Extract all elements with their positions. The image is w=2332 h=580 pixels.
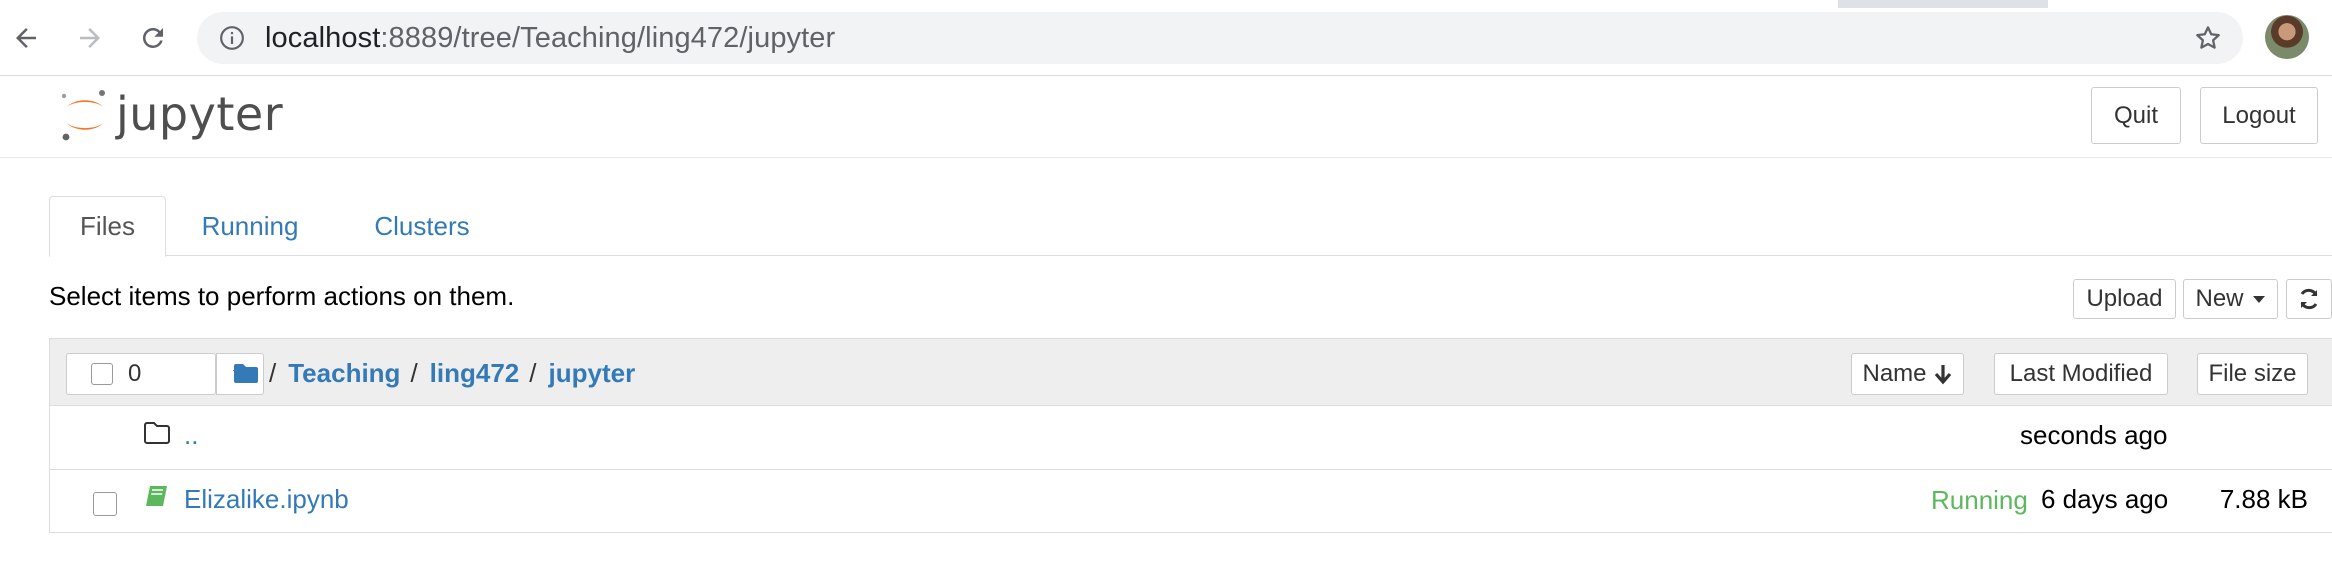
new-label: New — [2195, 285, 2244, 312]
jupyter-logo-icon[interactable] — [55, 85, 115, 145]
caret-down-icon — [2252, 296, 2265, 303]
tab-files[interactable]: Files — [49, 196, 166, 257]
folder-icon — [144, 422, 170, 444]
address-bar[interactable]: localhost:8889/tree/Teaching/ling472/jup… — [197, 12, 2243, 64]
forward-button[interactable] — [70, 18, 110, 58]
sort-by-size-button[interactable]: File size — [2197, 353, 2308, 395]
back-button[interactable] — [6, 18, 46, 58]
folder-icon[interactable] — [233, 362, 259, 384]
reload-button[interactable] — [133, 18, 173, 58]
list-item-notebook[interactable]: Elizalike.ipynb Running 6 days ago 7.88 … — [50, 470, 2332, 534]
reload-icon — [142, 27, 163, 48]
refresh-button[interactable] — [2286, 279, 2332, 319]
breadcrumb-jupyter[interactable]: jupyter — [549, 358, 636, 389]
selected-count: 0 — [128, 360, 142, 387]
jupyter-header: jupyter Quit Logout — [0, 77, 2332, 158]
tab-clusters[interactable]: Clusters — [353, 196, 491, 257]
list-item-parent[interactable]: .. seconds ago — [50, 406, 2332, 470]
forward-arrow-icon — [80, 28, 100, 48]
instructions-text: Select items to perform actions on them. — [49, 281, 515, 311]
star-icon[interactable] — [2193, 23, 2223, 53]
url-text[interactable]: localhost:8889/tree/Teaching/ling472/jup… — [265, 12, 835, 64]
file-name[interactable]: .. — [184, 420, 198, 451]
file-size: 7.88 kB — [2219, 484, 2308, 514]
breadcrumb: / Teaching / ling472 / jupyter — [233, 352, 635, 394]
file-list-header: 0 / Teaching / ling472 / jupyter Name La… — [50, 339, 2332, 406]
notebook-icon — [146, 486, 167, 506]
new-dropdown-button[interactable]: New — [2183, 279, 2278, 319]
file-list: 0 / Teaching / ling472 / jupyter Name La… — [49, 338, 2332, 533]
breadcrumb-teaching[interactable]: Teaching — [288, 358, 400, 389]
select-all-checkbox[interactable] — [91, 363, 113, 385]
refresh-icon — [2300, 288, 2318, 310]
tab-running[interactable]: Running — [190, 196, 310, 257]
url-host: localhost — [265, 22, 381, 54]
tab-bar: Files Running Clusters — [49, 196, 2332, 257]
quit-button[interactable]: Quit — [2091, 87, 2181, 144]
file-name[interactable]: Elizalike.ipynb — [184, 484, 349, 515]
file-modified: 6 days ago — [2041, 484, 2169, 514]
sort-by-name-button[interactable]: Name — [1851, 353, 1964, 395]
row-checkbox[interactable] — [93, 492, 117, 516]
logout-button[interactable]: Logout — [2200, 87, 2318, 144]
profile-avatar[interactable] — [2265, 15, 2309, 59]
select-all-box[interactable]: 0 — [66, 353, 216, 395]
info-icon[interactable] — [219, 25, 245, 51]
sort-name-label: Name — [1862, 360, 1927, 387]
sort-by-modified-button[interactable]: Last Modified — [1994, 353, 2168, 395]
upload-button[interactable]: Upload — [2073, 279, 2176, 319]
arrow-down-icon — [1934, 365, 1951, 385]
tab-strip — [0, 0, 2332, 8]
browser-toolbar: localhost:8889/tree/Teaching/ling472/jup… — [0, 0, 2332, 76]
file-modified: seconds ago — [2020, 420, 2168, 450]
back-arrow-icon — [16, 28, 36, 48]
jupyter-wordmark[interactable]: jupyter — [116, 87, 283, 141]
breadcrumb-ling472[interactable]: ling472 — [430, 358, 520, 389]
url-path: :8889/tree/Teaching/ling472/jupyter — [380, 22, 836, 54]
running-status: Running — [1931, 485, 2028, 515]
